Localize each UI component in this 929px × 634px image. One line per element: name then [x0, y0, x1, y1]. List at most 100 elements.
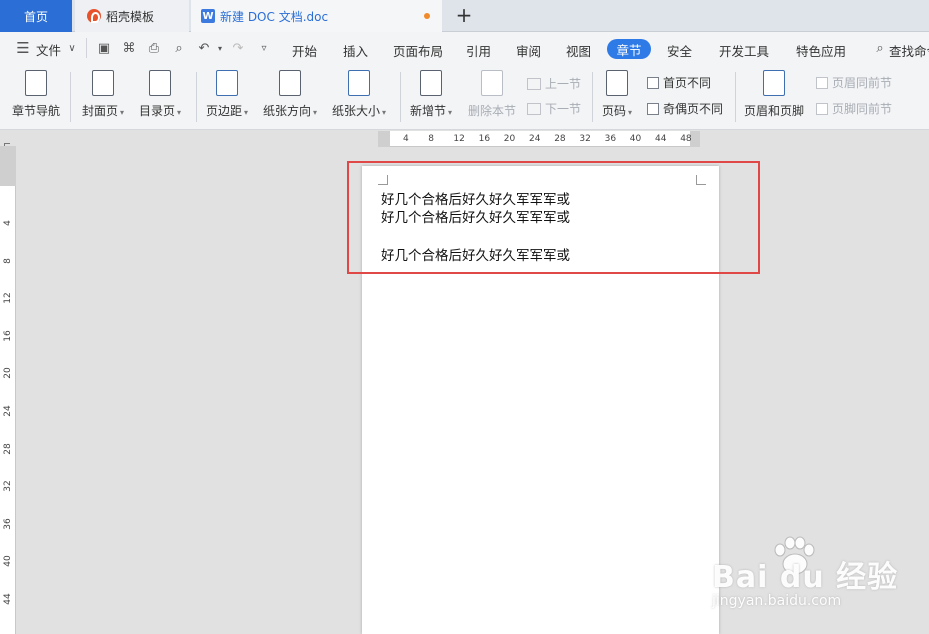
- ruler-indent-marker[interactable]: [378, 131, 390, 147]
- save-icon[interactable]: ▣: [96, 40, 112, 56]
- footer-same-as-prev-label: 页脚同前节: [832, 102, 893, 116]
- search-command[interactable]: 查找命令: [889, 41, 929, 60]
- highlight-box: [347, 161, 760, 274]
- menu-special[interactable]: 特色应用: [796, 41, 846, 60]
- redo-icon[interactable]: ↷: [230, 40, 246, 56]
- watermark-url: jingyan.baidu.com: [712, 593, 842, 609]
- tab-document-label: 新建 DOC 文档.doc: [220, 9, 329, 24]
- new-section-button[interactable]: 新增节 ▾: [410, 70, 452, 119]
- delete-section-icon: [481, 70, 503, 96]
- chevron-down-icon[interactable]: ∨: [64, 40, 80, 56]
- menu-security[interactable]: 安全: [667, 41, 692, 60]
- format-painter-icon[interactable]: ⌘: [121, 40, 137, 56]
- header-same-as-prev-checkbox[interactable]: 页眉同前节: [816, 74, 892, 91]
- prev-section-label: 上一节: [545, 77, 582, 91]
- ruler-tick-label: 40: [3, 555, 13, 568]
- toc-page-label: 目录页 ▾: [139, 104, 182, 118]
- cover-page-label: 封面页 ▾: [82, 104, 125, 118]
- checkbox-icon: [816, 76, 828, 89]
- page-number-button[interactable]: 页码 ▾: [602, 70, 632, 119]
- divider: [735, 72, 736, 122]
- header-footer-label: 页眉和页脚: [744, 104, 805, 118]
- hamburger-menu-icon[interactable]: ☰: [14, 39, 32, 57]
- divider: [70, 72, 71, 122]
- section-nav-icon: [25, 70, 47, 96]
- tab-home-label: 首页: [23, 9, 48, 24]
- margins-label: 页边距 ▾: [206, 104, 249, 118]
- ruler-tick-label: 8: [428, 134, 434, 144]
- toc-page-button[interactable]: 目录页 ▾: [139, 70, 181, 119]
- customize-toolbar-icon[interactable]: ▿: [256, 40, 272, 56]
- ruler-tick-label: 32: [579, 134, 591, 144]
- delete-section-label: 删除本节: [468, 104, 517, 118]
- cover-page-button[interactable]: 封面页 ▾: [82, 70, 124, 119]
- cover-page-icon: [92, 70, 115, 96]
- tab-document[interactable]: W 新建 DOC 文档.doc: [191, 0, 442, 32]
- menu-page-layout[interactable]: 页面布局: [393, 41, 443, 60]
- section-nav-label: 章节导航: [12, 104, 61, 118]
- ruler-tick-label: 24: [3, 405, 13, 417]
- ruler-tick-label: 36: [3, 518, 13, 530]
- menu-insert[interactable]: 插入: [343, 41, 368, 60]
- prev-section-button[interactable]: 上一节: [527, 75, 581, 92]
- orientation-button[interactable]: 纸张方向 ▾: [263, 70, 317, 119]
- ruler-tick-label: 24: [529, 134, 541, 144]
- menu-developer[interactable]: 开发工具: [719, 41, 769, 60]
- ruler-tick-label: 28: [3, 442, 13, 455]
- print-preview-icon[interactable]: ⌕: [171, 40, 187, 56]
- ruler-tick-label: 44: [655, 134, 667, 144]
- watermark-logo: Bai du 经验: [712, 560, 899, 595]
- delete-section-button[interactable]: 删除本节: [468, 70, 516, 119]
- undo-icon[interactable]: ↶: [196, 40, 212, 56]
- ruler-tick-label: 48: [680, 134, 692, 144]
- paper-size-button[interactable]: 纸张大小 ▾: [332, 70, 386, 119]
- tab-home[interactable]: 首页: [0, 0, 72, 32]
- tab-template[interactable]: 稻壳模板: [75, 0, 189, 32]
- menu-view[interactable]: 视图: [566, 41, 591, 60]
- prev-section-icon: [527, 77, 541, 90]
- divider: [86, 38, 87, 58]
- vertical-ruler-margin: [0, 146, 16, 186]
- ruler-tick-label: 4: [3, 220, 13, 226]
- first-page-different-checkbox[interactable]: 首页不同: [647, 74, 711, 91]
- page-number-icon: [606, 70, 629, 96]
- ruler-tick-label: 12: [3, 292, 13, 304]
- ruler-tick-label: 4: [403, 134, 409, 144]
- header-footer-icon: [763, 70, 785, 96]
- toc-page-icon: [149, 70, 172, 96]
- orientation-label: 纸张方向 ▾: [263, 104, 318, 118]
- ruler-tick-label: 36: [604, 134, 617, 144]
- margins-button[interactable]: 页边距 ▾: [206, 70, 248, 119]
- ruler-tick-label: 44: [3, 593, 13, 605]
- ruler-tick-label: 28: [554, 134, 566, 144]
- unsaved-dot-icon: [424, 13, 430, 19]
- checkbox-icon: [816, 102, 828, 115]
- paper-size-label: 纸张大小 ▾: [332, 104, 387, 118]
- print-icon[interactable]: ⎙: [146, 40, 162, 56]
- ruler-tick-label: 20: [3, 367, 13, 380]
- new-tab-button[interactable]: +: [454, 3, 474, 27]
- menu-file[interactable]: 文件: [36, 40, 61, 59]
- menu-section[interactable]: 章节: [607, 39, 651, 59]
- word-doc-icon: W: [201, 9, 215, 23]
- undo-dropdown-icon[interactable]: ▾: [212, 40, 228, 56]
- header-same-as-prev-label: 页眉同前节: [832, 76, 893, 90]
- odd-even-different-label: 奇偶页不同: [663, 102, 724, 116]
- ruler-tick-label: 16: [478, 134, 491, 144]
- header-footer-button[interactable]: 页眉和页脚: [744, 70, 804, 119]
- paper-size-icon: [348, 70, 371, 96]
- next-section-button[interactable]: 下一节: [527, 100, 581, 117]
- section-nav-button[interactable]: 章节导航: [12, 70, 60, 119]
- divider: [400, 72, 401, 122]
- footer-same-as-prev-checkbox[interactable]: 页脚同前节: [816, 100, 892, 117]
- next-section-icon: [527, 102, 541, 115]
- ruler-tick-label: 16: [3, 330, 13, 342]
- tab-template-label: 稻壳模板: [106, 9, 155, 24]
- menu-review[interactable]: 审阅: [516, 41, 541, 60]
- menu-start[interactable]: 开始: [292, 41, 317, 60]
- new-section-label: 新增节 ▾: [410, 104, 453, 118]
- odd-even-different-checkbox[interactable]: 奇偶页不同: [647, 100, 723, 117]
- first-page-different-label: 首页不同: [663, 76, 712, 90]
- search-icon[interactable]: ⌕: [872, 40, 888, 56]
- menu-references[interactable]: 引用: [466, 41, 491, 60]
